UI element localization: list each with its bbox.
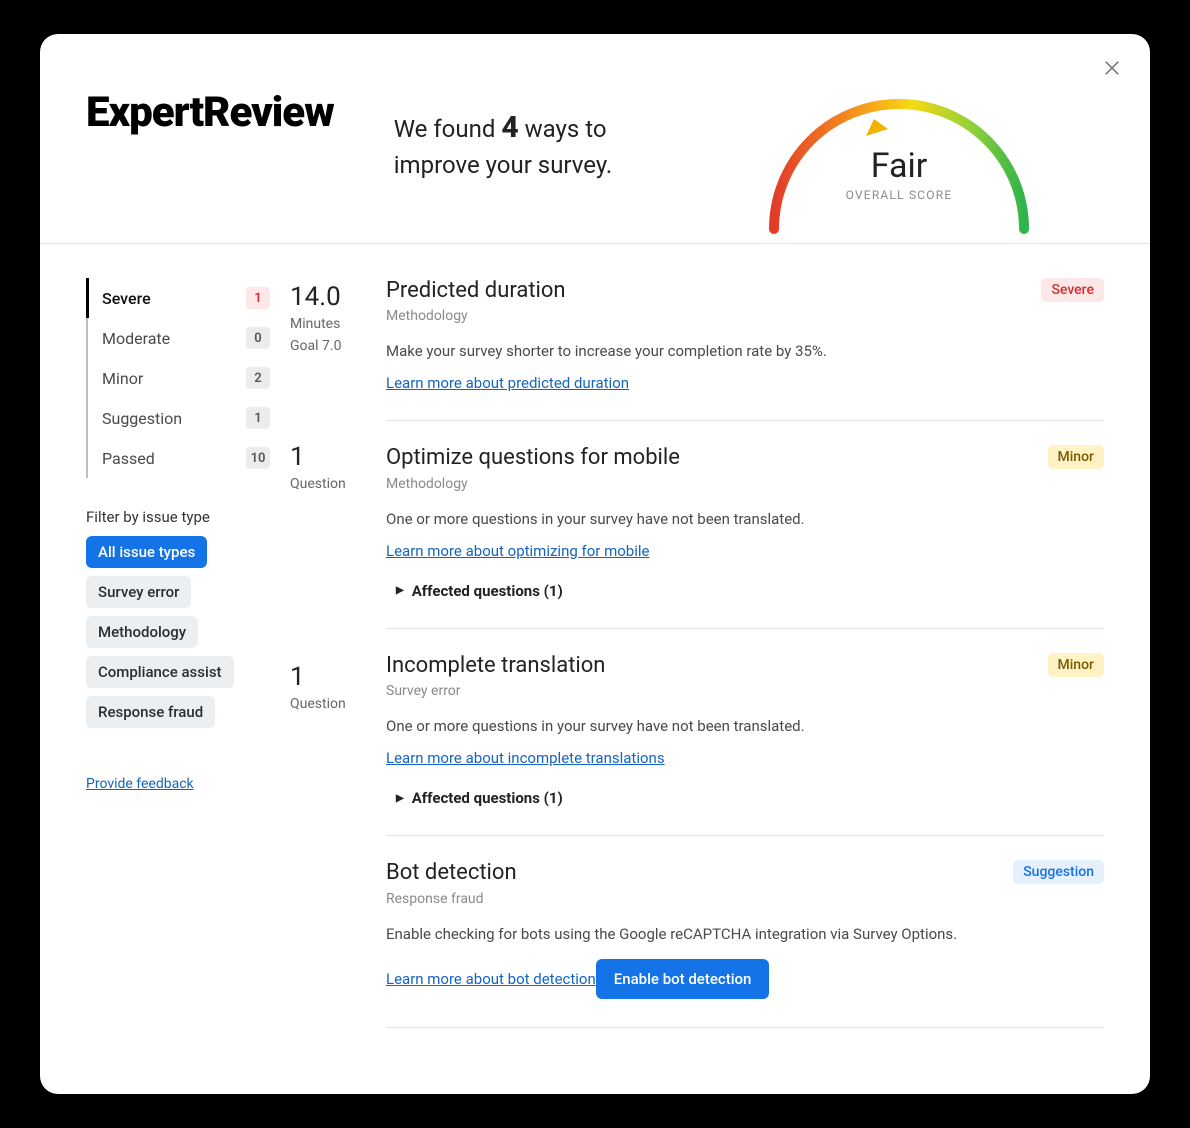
severity-badge: Minor [1048, 445, 1105, 469]
affected-label: Affected questions (1) [412, 582, 563, 600]
provide-feedback-link[interactable]: Provide feedback [86, 776, 194, 792]
close-icon [1102, 58, 1122, 78]
severity-label: Severe [102, 289, 151, 308]
sidebar: Severe 1 Moderate 0 Minor 2 Suggestion 1 Passed 1… [40, 244, 290, 1094]
severity-row-minor[interactable]: Minor 2 [88, 358, 270, 398]
summary-prefix: We found [394, 115, 502, 143]
issue-type-chips: All issue types Survey error Methodology Co… [86, 536, 270, 728]
issue-description: Make your survey shorter to increase you… [386, 342, 1104, 360]
filter-title: Filter by issue type [86, 508, 270, 526]
severity-count: 0 [246, 327, 270, 349]
issue-category: Response fraud [386, 891, 517, 907]
expert-review-modal: ExpertReview We found 4 ways to improve … [40, 34, 1150, 1094]
affected-questions-toggle[interactable]: ▶ Affected questions (1) [386, 789, 1104, 807]
metrics-column: 14.0 Minutes Goal 7.0 1 Question 1 Question [290, 244, 386, 1094]
metric-value: 14.0 [290, 284, 386, 310]
metric-unit: Question [290, 696, 386, 712]
brand-title: ExpertReview [86, 92, 334, 243]
metric-value: 1 [290, 444, 386, 470]
severity-count: 10 [246, 447, 270, 469]
severity-count: 1 [246, 407, 270, 429]
issue-card: Optimize questions for mobile Methodology… [386, 421, 1104, 628]
filter-chip-response-fraud[interactable]: Response fraud [86, 696, 215, 728]
summary-text: We found 4 ways to improve your survey. [394, 108, 614, 243]
issues-list: Predicted duration Methodology Severe Make … [386, 244, 1150, 1094]
metric-unit: Question [290, 476, 386, 492]
issue-metric: 1 Question [290, 658, 386, 878]
severity-filter-list: Severe 1 Moderate 0 Minor 2 Suggestion 1 Passed 1… [86, 278, 270, 478]
summary-count: 4 [501, 110, 518, 145]
learn-more-link[interactable]: Learn more about predicted duration [386, 374, 629, 392]
header: ExpertReview We found 4 ways to improve … [40, 34, 1150, 244]
issue-category: Methodology [386, 308, 566, 324]
severity-label: Minor [102, 369, 143, 388]
severity-label: Suggestion [102, 409, 182, 428]
filter-chip-methodology[interactable]: Methodology [86, 616, 198, 648]
issue-description: One or more questions in your survey hav… [386, 510, 1104, 528]
chevron-right-icon: ▶ [396, 793, 404, 804]
severity-badge: Severe [1041, 278, 1104, 302]
issue-description: One or more questions in your survey hav… [386, 717, 1104, 735]
issue-title: Predicted duration [386, 278, 566, 304]
filter-chip-compliance-assist[interactable]: Compliance assist [86, 656, 234, 688]
issue-title: Optimize questions for mobile [386, 445, 680, 471]
issue-category: Methodology [386, 476, 680, 492]
severity-row-moderate[interactable]: Moderate 0 [88, 318, 270, 358]
learn-more-link[interactable]: Learn more about incomplete translations [386, 749, 665, 767]
issue-card: Predicted duration Methodology Severe Make … [386, 274, 1104, 421]
issue-card: Bot detection Response fraud Suggestion Ena… [386, 836, 1104, 1027]
severity-label: Moderate [102, 329, 170, 348]
issue-title: Bot detection [386, 860, 517, 886]
filter-chip-all-issue-types[interactable]: All issue types [86, 536, 207, 568]
severity-row-passed[interactable]: Passed 10 [88, 438, 270, 478]
severity-count: 2 [246, 367, 270, 389]
enable-action-button[interactable]: Enable bot detection [596, 959, 770, 999]
severity-count: 1 [246, 287, 270, 309]
metric-goal: Goal 7.0 [290, 338, 386, 354]
issue-card: Incomplete translation Survey error Minor O… [386, 629, 1104, 836]
learn-more-link[interactable]: Learn more about bot detection [386, 970, 596, 988]
chevron-right-icon: ▶ [396, 585, 404, 596]
close-button[interactable] [1102, 58, 1122, 78]
severity-badge: Suggestion [1013, 860, 1104, 884]
metric-value: 1 [290, 664, 386, 690]
issue-title: Incomplete translation [386, 653, 605, 679]
issue-metric [290, 878, 386, 1078]
severity-row-suggestion[interactable]: Suggestion 1 [88, 398, 270, 438]
severity-badge: Minor [1048, 653, 1105, 677]
learn-more-link[interactable]: Learn more about optimizing for mobile [386, 542, 649, 560]
filter-chip-survey-error[interactable]: Survey error [86, 576, 191, 608]
issue-description: Enable checking for bots using the Googl… [386, 925, 1104, 943]
affected-questions-toggle[interactable]: ▶ Affected questions (1) [386, 582, 1104, 600]
issue-category: Survey error [386, 683, 605, 699]
score-gauge: Fair OVERALL SCORE [754, 74, 1044, 244]
metric-unit: Minutes [290, 316, 386, 332]
severity-label: Passed [102, 449, 155, 468]
issue-metric: 1 Question [290, 438, 386, 658]
affected-label: Affected questions (1) [412, 789, 563, 807]
gauge-caption: OVERALL SCORE [754, 188, 1044, 202]
gauge-score-label: Fair [754, 146, 1044, 186]
severity-row-severe[interactable]: Severe 1 [86, 278, 270, 318]
issue-metric: 14.0 Minutes Goal 7.0 [290, 278, 386, 438]
